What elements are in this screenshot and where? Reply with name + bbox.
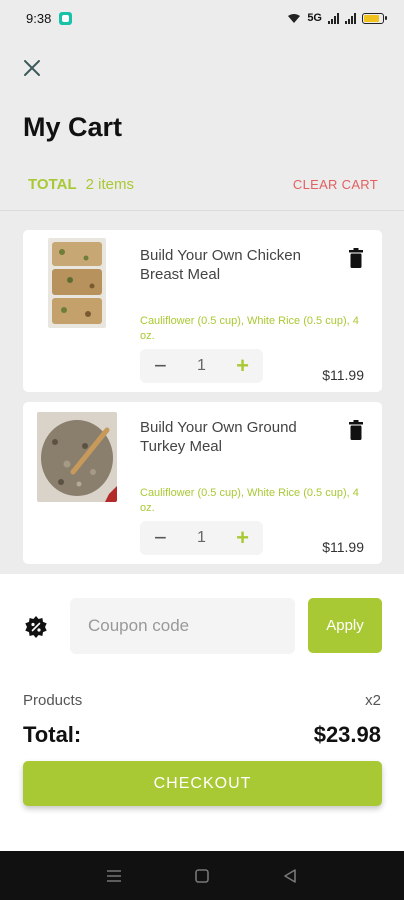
close-button[interactable] bbox=[20, 56, 44, 80]
checkout-panel: Coupon code Apply Products x2 Total: $23… bbox=[0, 574, 404, 851]
back-triangle-icon bbox=[284, 868, 296, 883]
signal-icon bbox=[328, 12, 339, 24]
decrease-quantity-button[interactable]: − bbox=[154, 355, 167, 377]
total-label: Total: bbox=[23, 722, 82, 747]
item-options: Cauliflower (0.5 cup), White Rice (0.5 c… bbox=[140, 315, 359, 342]
item-name: Build Your Own Ground Turkey Meal bbox=[140, 419, 297, 455]
increase-quantity-button[interactable]: + bbox=[236, 355, 249, 377]
item-price: $11.99 bbox=[322, 539, 364, 555]
battery-icon bbox=[362, 12, 387, 24]
quantity-stepper: − 1 + bbox=[140, 521, 263, 555]
item-name: Build Your Own Chicken Breast Meal bbox=[140, 247, 301, 283]
apply-coupon-button[interactable]: Apply bbox=[308, 598, 382, 653]
clear-cart-button[interactable]: CLEAR CART bbox=[293, 177, 378, 192]
menu-nav-button[interactable] bbox=[102, 864, 126, 888]
item-price: $11.99 bbox=[322, 367, 364, 383]
close-icon bbox=[24, 60, 40, 76]
app-notification-icon bbox=[59, 11, 73, 25]
total-amount: $23.98 bbox=[313, 722, 381, 747]
cart-summary: TOTAL 2 items CLEAR CART bbox=[28, 176, 378, 193]
quantity-stepper: − 1 + bbox=[140, 349, 263, 383]
quantity-value: 1 bbox=[197, 529, 206, 546]
page-title: My Cart bbox=[23, 112, 123, 142]
products-count: x2 bbox=[365, 692, 381, 709]
status-time: 9:38 bbox=[26, 10, 52, 26]
cart-item: Build Your Own Ground Turkey Meal Caulif… bbox=[23, 402, 382, 564]
home-square-icon bbox=[195, 868, 209, 883]
system-navigation-bar bbox=[0, 851, 404, 900]
coupon-code-input[interactable]: Coupon code bbox=[70, 598, 295, 654]
home-nav-button[interactable] bbox=[190, 864, 214, 888]
quantity-value: 1 bbox=[197, 357, 206, 374]
items-count: 2 items bbox=[85, 176, 134, 193]
chicken-meal-image bbox=[48, 238, 106, 328]
turkey-meal-image bbox=[37, 412, 117, 502]
trash-icon[interactable] bbox=[348, 248, 364, 268]
total-label: TOTAL bbox=[28, 176, 77, 193]
trash-icon[interactable] bbox=[348, 420, 364, 440]
status-bar: 9:38 5G bbox=[0, 0, 404, 36]
wifi-icon bbox=[288, 13, 301, 23]
network-label: 5G bbox=[307, 12, 322, 24]
signal-icon bbox=[345, 12, 356, 24]
increase-quantity-button[interactable]: + bbox=[236, 527, 249, 549]
checkout-button[interactable]: CHECKOUT bbox=[23, 761, 382, 806]
menu-icon bbox=[107, 869, 121, 882]
item-options: Cauliflower (0.5 cup), White Rice (0.5 c… bbox=[140, 487, 359, 514]
decrease-quantity-button[interactable]: − bbox=[154, 527, 167, 549]
discount-badge-icon bbox=[25, 616, 47, 638]
back-nav-button[interactable] bbox=[278, 864, 302, 888]
divider bbox=[0, 210, 404, 211]
products-label: Products bbox=[23, 692, 83, 709]
cart-item: Build Your Own Chicken Breast Meal Cauli… bbox=[23, 230, 382, 392]
